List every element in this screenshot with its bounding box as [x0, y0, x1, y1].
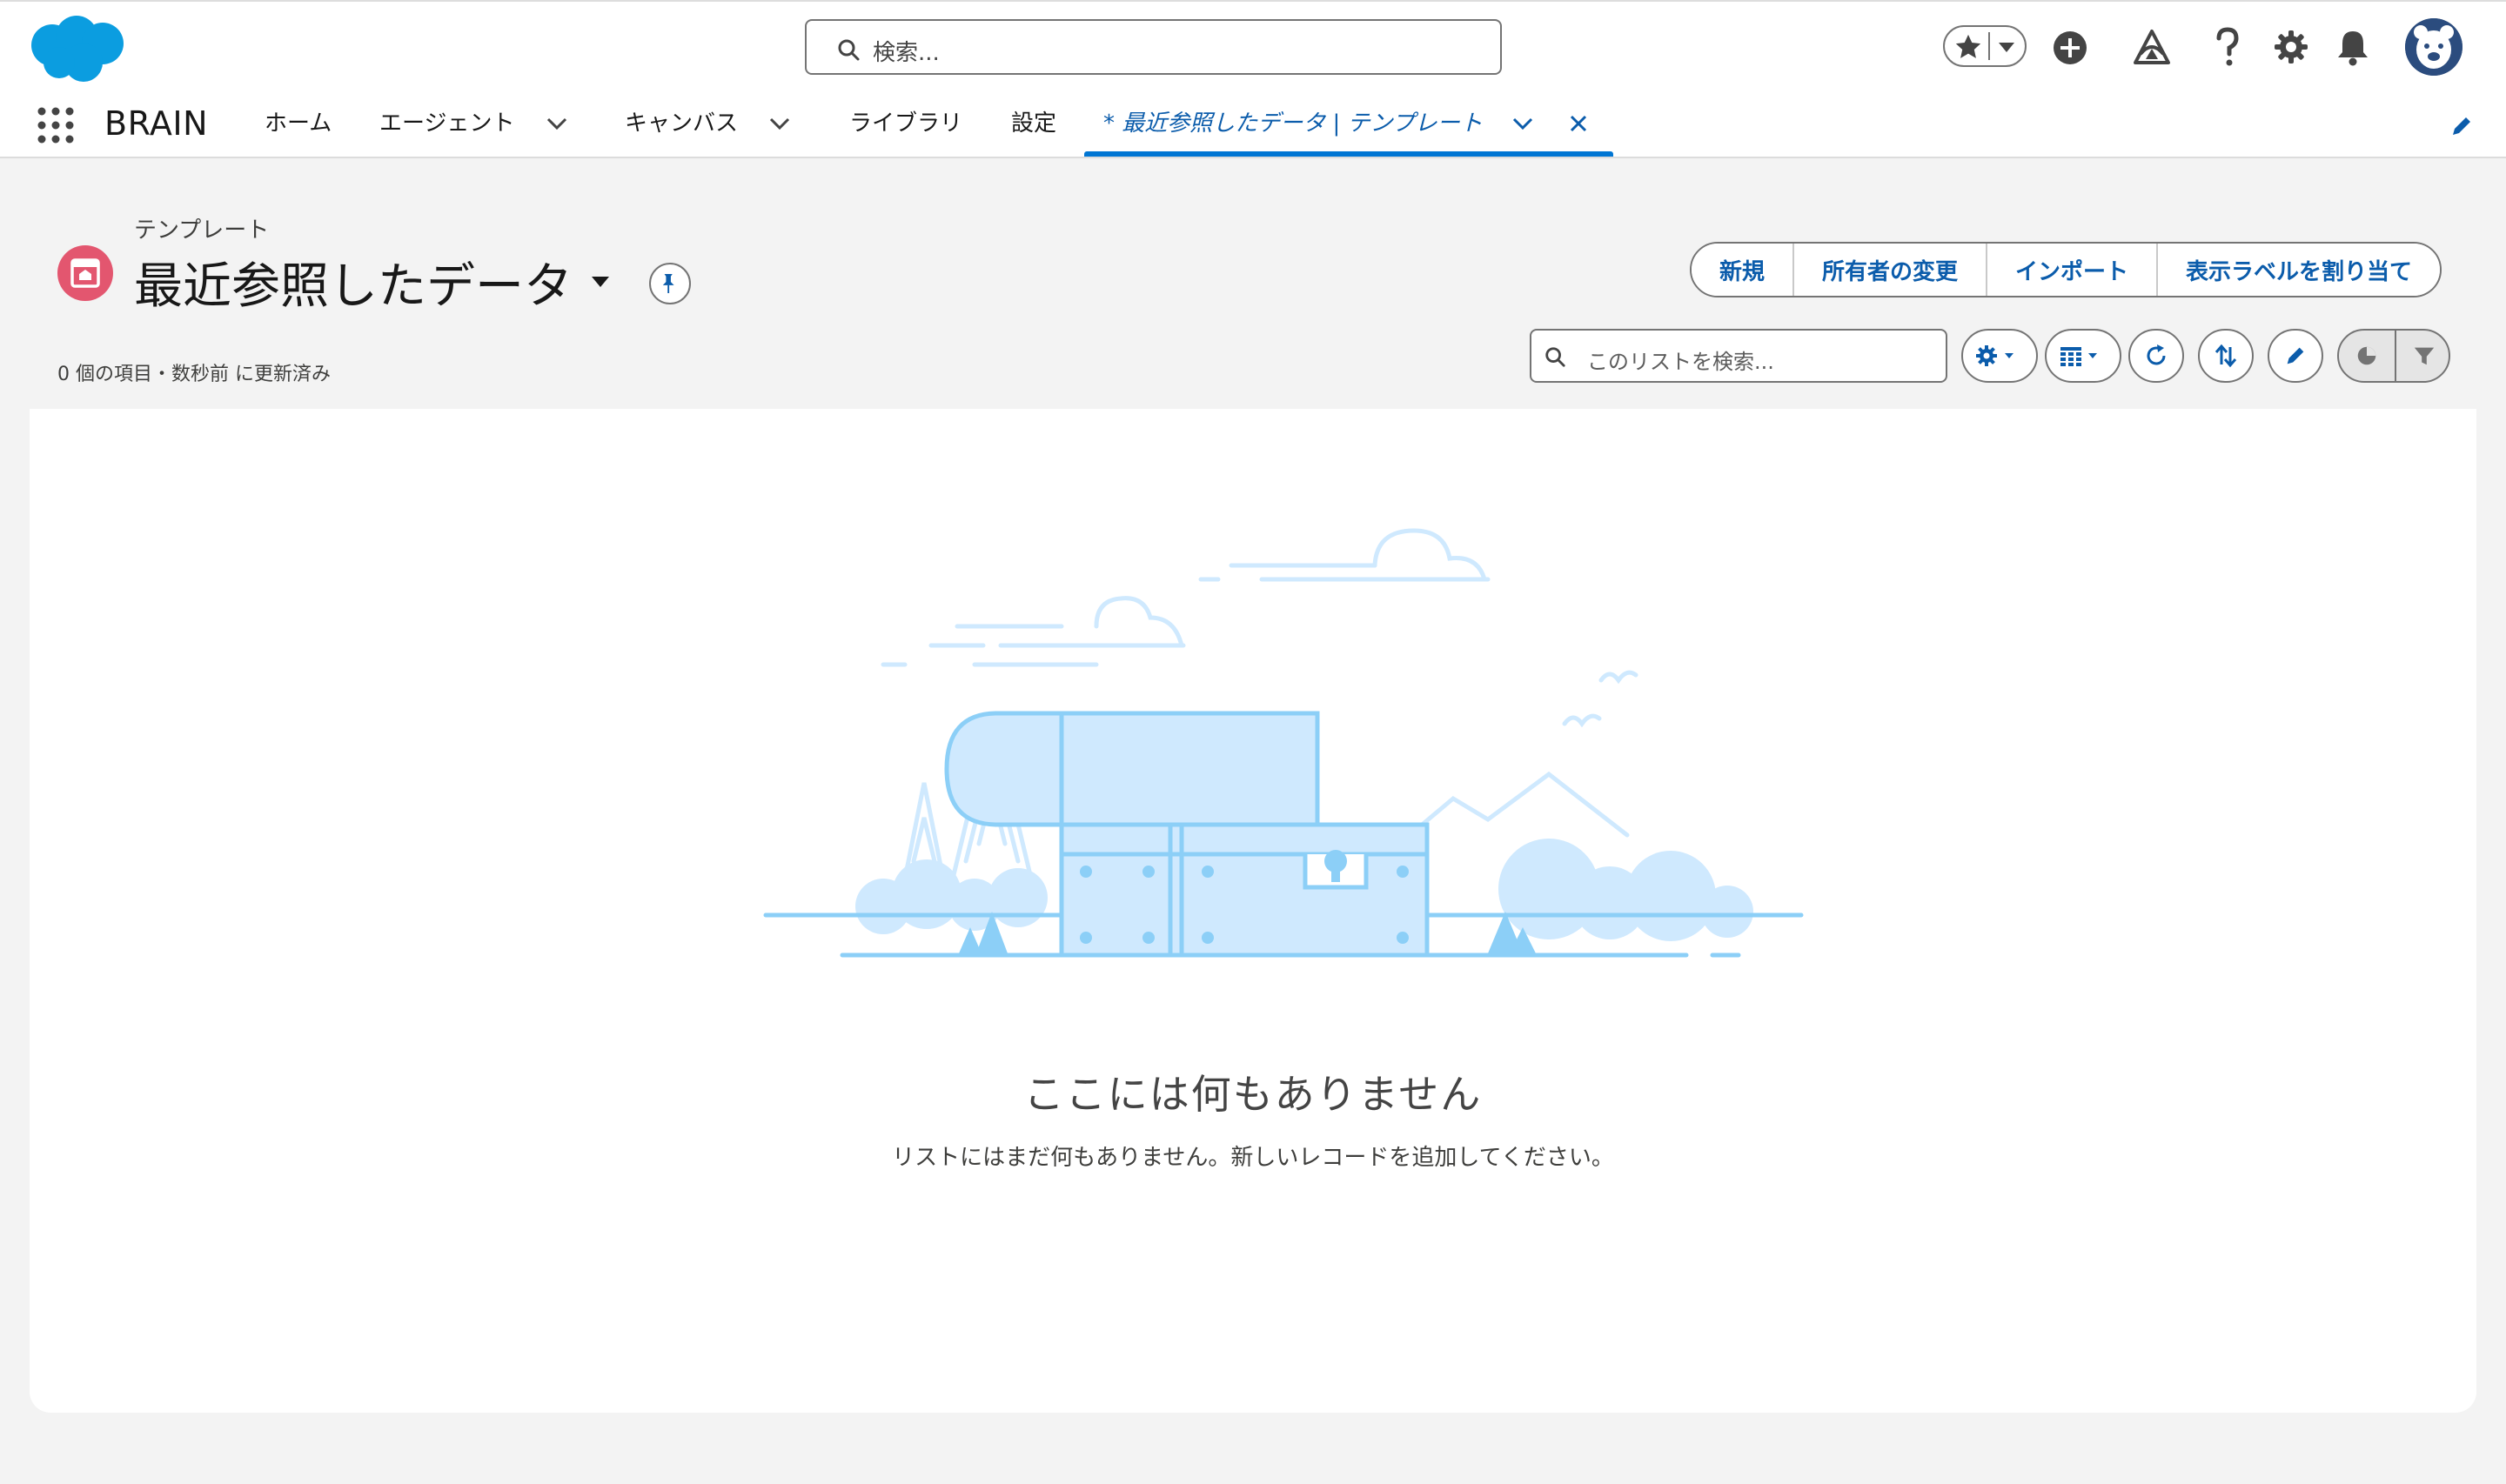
trailhead-icon[interactable] — [2132, 28, 2172, 68]
empty-state-title: ここには何もありません — [1023, 1071, 1483, 1118]
list-search-input[interactable]: このリストを検索... — [1530, 329, 1947, 383]
import-button[interactable]: インポート — [1987, 244, 2159, 296]
pin-list-view-button[interactable] — [649, 263, 691, 304]
list-view-selector-icon[interactable] — [588, 273, 613, 291]
filter-button[interactable] — [2396, 331, 2449, 381]
close-icon[interactable] — [1566, 111, 1591, 136]
edit-nav-pencil-icon[interactable] — [2449, 113, 2475, 139]
template-object-icon — [57, 245, 113, 301]
empty-state-treasure-chest-illustration — [763, 528, 1804, 958]
display-as-button[interactable] — [2045, 329, 2121, 383]
app-launcher-icon[interactable] — [37, 106, 75, 144]
list-view-controls-button[interactable] — [1961, 329, 2038, 383]
salesforce-logo-icon[interactable] — [26, 12, 129, 84]
favorites-star-icon[interactable] — [1953, 32, 1983, 62]
nav-item-canvas[interactable]: キャンバス — [625, 106, 738, 141]
charts-filter-button-group — [2337, 329, 2450, 383]
filter-icon — [2414, 347, 2435, 365]
favorites-divider — [1988, 32, 1990, 60]
search-icon — [838, 39, 860, 61]
tab-recent-templates[interactable]: * 最近参照したデータ | テンプレート — [1103, 106, 1483, 141]
new-button[interactable]: 新規 — [1692, 244, 1795, 296]
search-icon — [1545, 347, 1565, 367]
list-search-placeholder: このリストを検索... — [1587, 350, 1774, 374]
user-avatar-icon[interactable] — [2405, 18, 2462, 76]
global-search-input[interactable]: 検索... — [805, 19, 1502, 75]
nav-item-settings[interactable]: 設定 — [1011, 106, 1056, 141]
sort-icon — [2215, 344, 2237, 368]
nav-item-home[interactable]: ホーム — [265, 106, 332, 141]
setup-gear-icon[interactable] — [2273, 29, 2309, 65]
nav-item-library[interactable]: ライブラリ — [849, 106, 962, 141]
favorites-menu-icon[interactable] — [1995, 37, 2018, 57]
empty-state-subtitle: リストにはまだ何もありません。新しいレコードを追加してください。 — [892, 1145, 1614, 1171]
list-status-text: 0 個の項目・数秒前 に更新済み — [57, 364, 331, 385]
favorites-button-group[interactable] — [1943, 25, 2027, 67]
list-actions-button-group: 新規 所有者の変更 インポート 表示ラベルを割り当て — [1690, 242, 2442, 297]
chevron-down-icon[interactable] — [1511, 111, 1535, 136]
chevron-down-icon[interactable] — [545, 111, 569, 136]
change-owner-button[interactable]: 所有者の変更 — [1794, 244, 1988, 296]
inline-edit-icon — [2287, 347, 2304, 364]
sort-button[interactable] — [2198, 329, 2254, 383]
add-icon[interactable] — [2052, 30, 2088, 66]
charts-icon — [2357, 346, 2376, 365]
app-navigation-bar: BRAIN ホーム エージェント キャンバス ライブラリ 設定 * 最近参照した… — [0, 90, 2506, 158]
pin-icon — [662, 274, 674, 293]
notifications-bell-icon[interactable] — [2335, 28, 2370, 66]
chevron-down-icon[interactable] — [767, 111, 792, 136]
list-view-title: 最近参照したデータ — [134, 258, 573, 315]
charts-button[interactable] — [2339, 331, 2395, 381]
display-as-table-icon — [2060, 347, 2097, 366]
object-label: テンプレート — [134, 217, 270, 244]
inline-edit-button[interactable] — [2268, 329, 2323, 383]
list-view-header: テンプレート 最近参照したデータ 新規 所有者の変更 インポート 表示ラベルを割… — [0, 160, 2506, 412]
assign-label-button[interactable]: 表示ラベルを割り当て — [2158, 244, 2441, 296]
nav-item-agents[interactable]: エージェント — [379, 106, 514, 141]
active-tab-indicator — [1084, 151, 1613, 157]
refresh-button[interactable] — [2128, 329, 2184, 383]
list-view-body: ここには何もありません リストにはまだ何もありません。新しいレコードを追加してく… — [30, 409, 2476, 1413]
help-icon[interactable] — [2212, 26, 2243, 68]
global-search-placeholder: 検索... — [873, 40, 940, 66]
refresh-icon — [2147, 344, 2166, 365]
app-name: BRAIN — [104, 104, 209, 143]
global-header: 検索... — [0, 0, 2506, 90]
list-view-controls-icon — [1976, 345, 2014, 366]
